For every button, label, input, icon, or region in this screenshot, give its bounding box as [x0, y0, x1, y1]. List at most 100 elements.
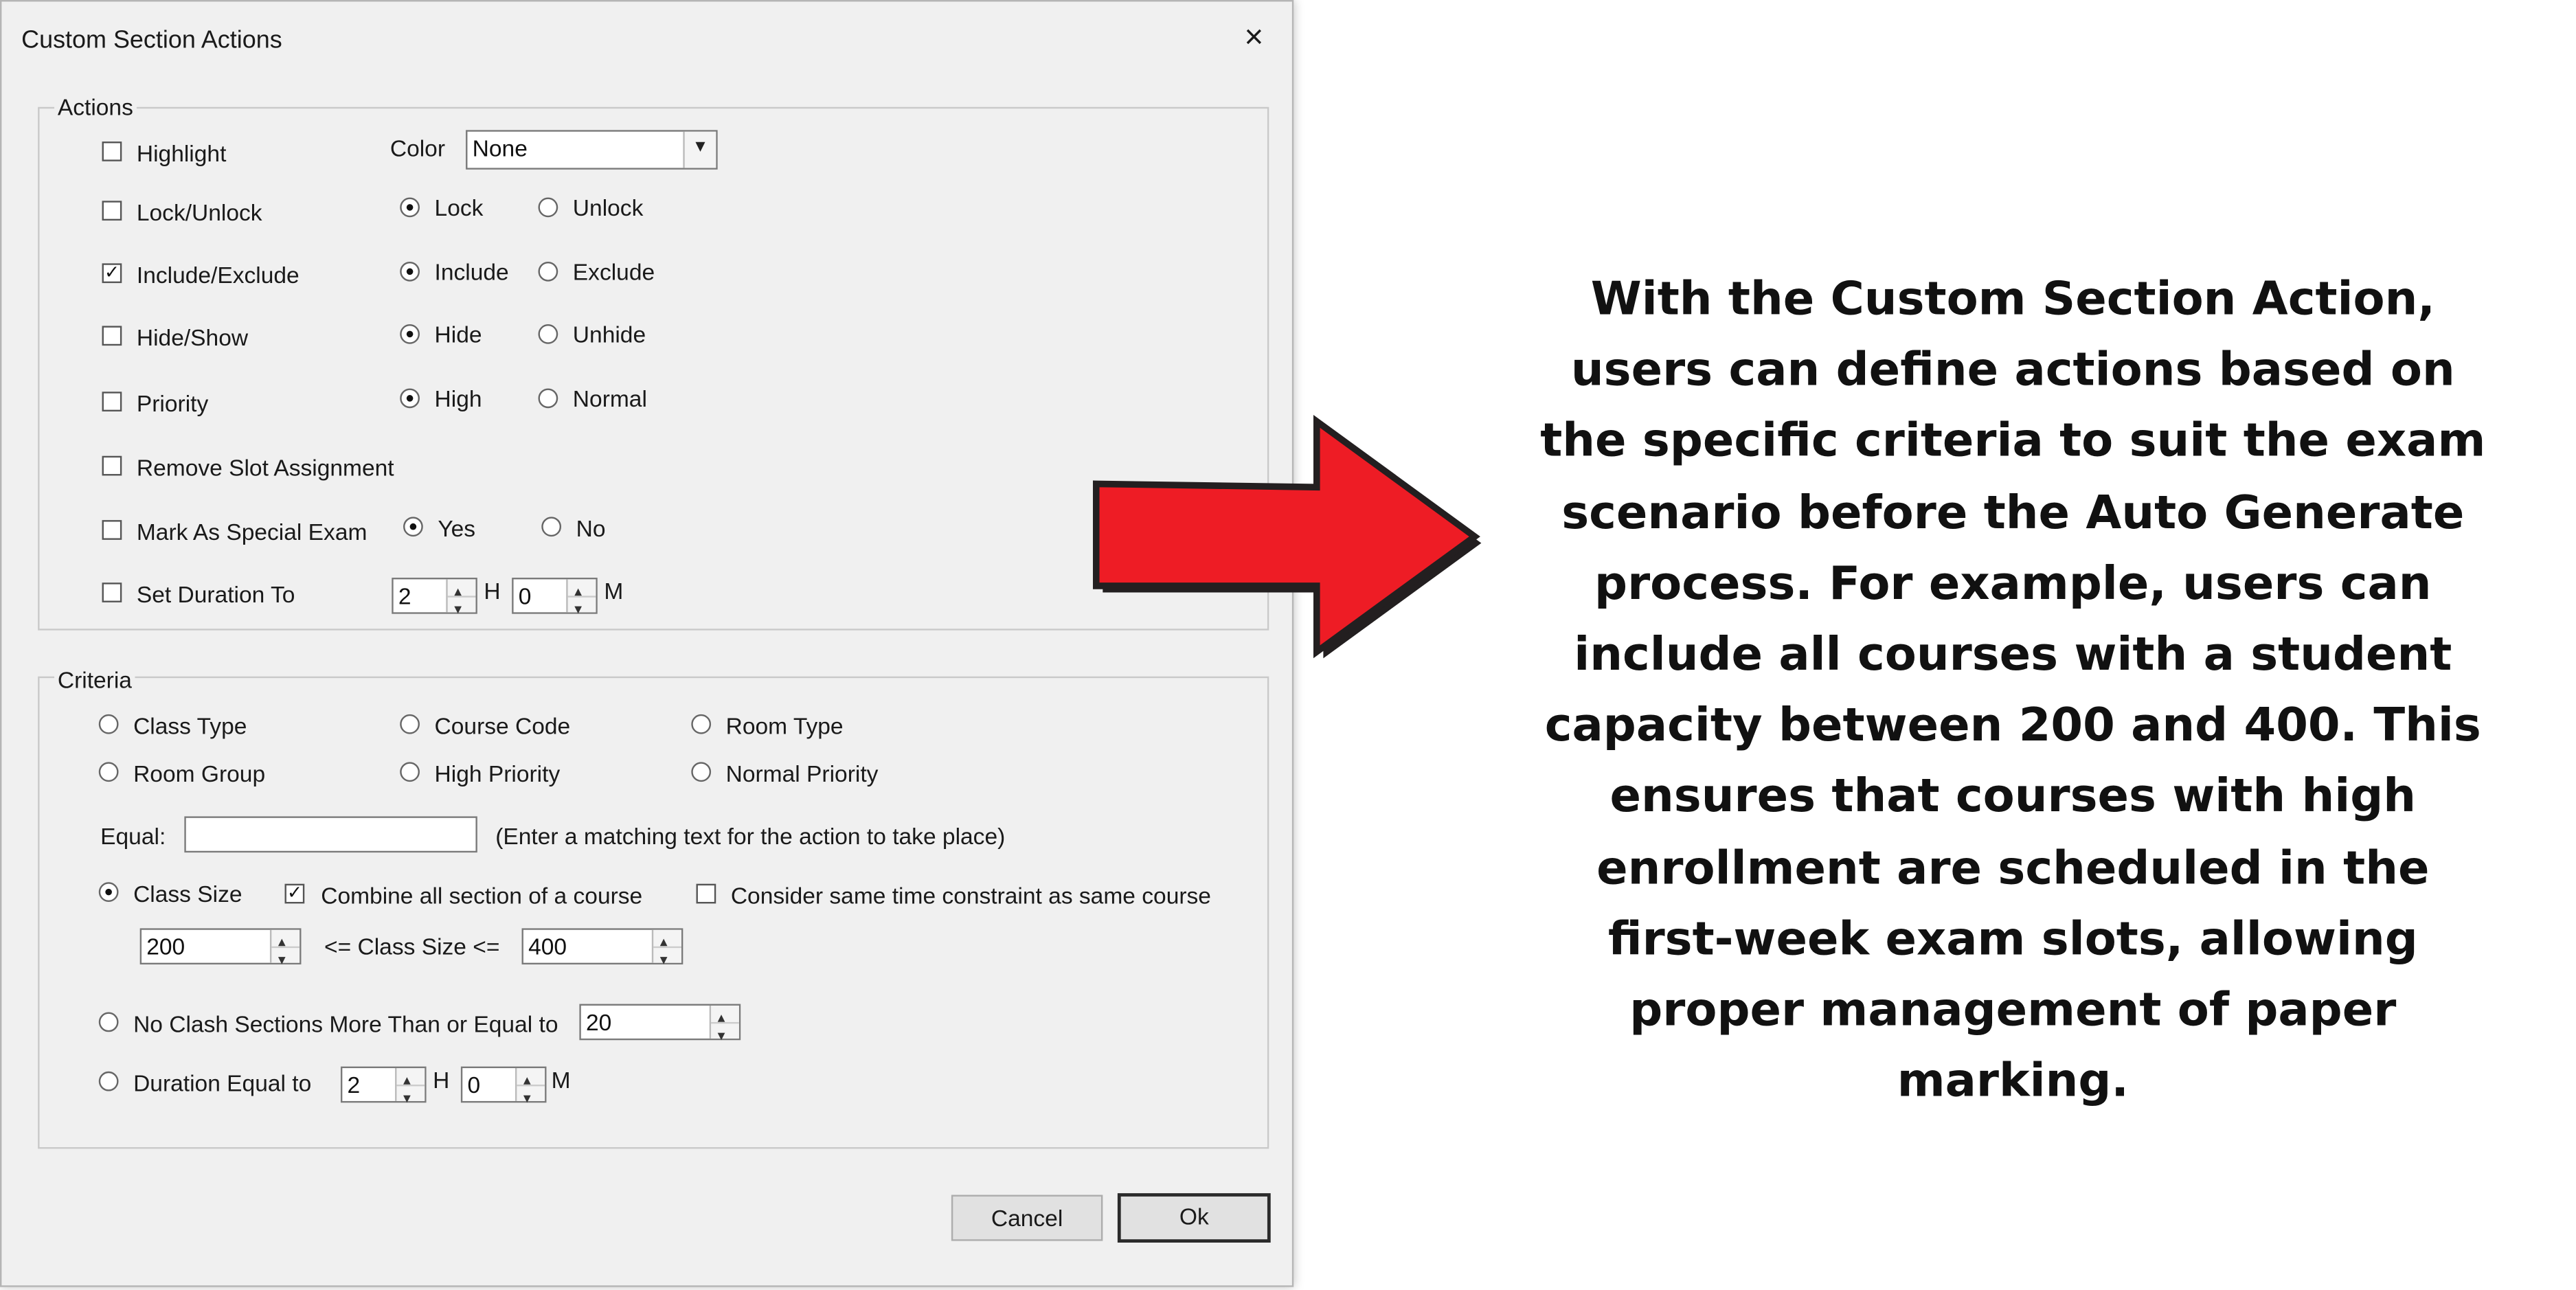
exclude-radio-label: Exclude — [572, 258, 655, 285]
spinner-arrows-icon[interactable] — [651, 925, 681, 976]
include-exclude-checkbox[interactable]: ✓ — [102, 263, 122, 284]
criteria-group-label: Criteria — [54, 666, 135, 693]
hide-radio-label: Hide — [434, 321, 482, 348]
hide-radio[interactable] — [400, 324, 420, 344]
highlight-checkbox[interactable] — [102, 142, 122, 161]
high-radio-label: High — [434, 385, 482, 411]
lock-unlock-checkbox[interactable] — [102, 201, 122, 221]
yes-radio-label: Yes — [438, 514, 476, 542]
yes-radio[interactable] — [403, 517, 423, 537]
duration-equal-hours-stepper[interactable]: 2 — [340, 1063, 427, 1114]
class-size-radio[interactable] — [98, 882, 119, 903]
high-radio[interactable] — [400, 388, 420, 409]
set-duration-checkbox[interactable] — [102, 582, 122, 602]
right-arrow-icon — [1092, 414, 1482, 659]
arrow-body — [1092, 414, 1480, 659]
normal-radio[interactable] — [538, 388, 558, 409]
include-exclude-label: Include/Exclude — [136, 261, 300, 288]
lock-radio-label: Lock — [434, 194, 484, 221]
description-text: With the Custom Section Action, users ca… — [1540, 271, 2486, 1109]
no-clash-label: No Clash Sections More Than or Equal to — [133, 1010, 558, 1037]
normal-radio-label: Normal — [572, 385, 647, 411]
no-radio-label: No — [576, 514, 606, 542]
color-select[interactable]: None ▼ — [466, 130, 718, 170]
hours-unit-label: H — [484, 577, 501, 604]
no-clash-stepper[interactable]: 20 — [579, 1001, 741, 1052]
class-size-max-stepper[interactable]: 400 — [521, 925, 683, 976]
color-select-value: None — [472, 135, 528, 161]
combine-checkbox[interactable]: ✓ — [284, 883, 305, 904]
actions-group-label: Actions — [54, 93, 137, 120]
high-priority-radio[interactable] — [400, 762, 420, 782]
normal-priority-radio[interactable] — [691, 762, 712, 782]
no-clash-radio[interactable] — [98, 1012, 119, 1032]
close-icon[interactable]: × — [1244, 21, 1263, 54]
hide-show-label: Hide/Show — [136, 324, 249, 351]
spinner-arrows-icon[interactable] — [566, 574, 596, 625]
combine-label: Combine all section of a course — [321, 882, 643, 909]
no-radio[interactable] — [541, 517, 562, 537]
no-clash-value: 20 — [585, 1008, 612, 1036]
color-label: Color — [389, 135, 446, 161]
class-size-max-value: 400 — [528, 933, 567, 960]
set-duration-minutes-value: 0 — [518, 582, 532, 609]
consider-checkbox[interactable] — [696, 883, 716, 904]
special-exam-checkbox[interactable] — [102, 520, 122, 540]
high-priority-label: High Priority — [434, 760, 561, 787]
include-radio-label: Include — [434, 258, 509, 285]
hide-show-checkbox[interactable] — [102, 326, 122, 346]
duration-equal-radio[interactable] — [98, 1071, 119, 1091]
exclude-radio[interactable] — [538, 261, 558, 282]
spinner-arrows-icon[interactable] — [446, 574, 476, 625]
ok-button[interactable]: Ok — [1117, 1193, 1271, 1243]
cancel-button[interactable]: Cancel — [951, 1195, 1103, 1241]
equal-hint: (Enter a matching text for the action to… — [495, 823, 1006, 850]
dialog-title: Custom Section Actions — [21, 26, 282, 55]
room-group-label: Room Group — [133, 760, 266, 787]
duration-equal-minutes-value: 0 — [467, 1071, 481, 1098]
special-exam-label: Mark As Special Exam — [136, 518, 368, 545]
priority-checkbox[interactable] — [102, 392, 122, 411]
course-code-radio[interactable] — [400, 714, 420, 734]
equal-label: Equal: — [100, 823, 166, 850]
scaled-canvas: Custom Section Actions × Actions Highlig… — [0, 0, 2576, 1290]
room-group-radio[interactable] — [98, 762, 119, 782]
unlock-radio[interactable] — [538, 197, 558, 218]
normal-priority-label: Normal Priority — [725, 760, 879, 787]
duration-equal-label: Duration Equal to — [133, 1070, 312, 1096]
room-type-label: Room Type — [725, 712, 844, 739]
spinner-arrows-icon[interactable] — [709, 1001, 739, 1052]
chevron-down-icon[interactable]: ▼ — [683, 131, 716, 168]
include-radio[interactable] — [400, 261, 420, 282]
unhide-radio[interactable] — [538, 324, 558, 344]
class-type-label: Class Type — [133, 712, 247, 739]
equal-input[interactable] — [184, 816, 477, 853]
priority-label: Priority — [136, 389, 209, 417]
lock-radio[interactable] — [400, 197, 420, 218]
set-duration-hours-stepper[interactable]: 2 — [392, 574, 477, 625]
set-duration-minutes-stepper[interactable]: 0 — [512, 574, 598, 625]
remove-slot-checkbox[interactable] — [102, 455, 122, 476]
room-type-radio[interactable] — [691, 714, 712, 734]
class-type-radio[interactable] — [98, 714, 119, 734]
class-size-min-stepper[interactable]: 200 — [139, 925, 302, 976]
set-duration-label: Set Duration To — [136, 580, 295, 608]
lock-unlock-label: Lock/Unlock — [136, 199, 262, 226]
consider-label: Consider same time constraint as same co… — [730, 882, 1211, 909]
minutes-unit-label: M — [604, 577, 624, 604]
criteria-hours-unit-label: H — [433, 1066, 450, 1093]
unhide-radio-label: Unhide — [572, 321, 646, 348]
set-duration-hours-value: 2 — [398, 582, 411, 609]
class-size-between-label: <= Class Size <= — [324, 933, 500, 960]
spinner-arrows-icon[interactable] — [395, 1063, 425, 1114]
criteria-minutes-unit-label: M — [551, 1066, 571, 1093]
duration-equal-hours-value: 2 — [347, 1071, 361, 1098]
duration-equal-minutes-stepper[interactable]: 0 — [460, 1063, 547, 1114]
class-size-min-value: 200 — [146, 933, 185, 960]
remove-slot-label: Remove Slot Assignment — [136, 454, 394, 481]
course-code-label: Course Code — [434, 712, 571, 739]
spinner-arrows-icon[interactable] — [269, 925, 300, 976]
highlight-label: Highlight — [136, 139, 227, 166]
spinner-arrows-icon[interactable] — [515, 1063, 545, 1114]
unlock-radio-label: Unlock — [572, 194, 644, 221]
